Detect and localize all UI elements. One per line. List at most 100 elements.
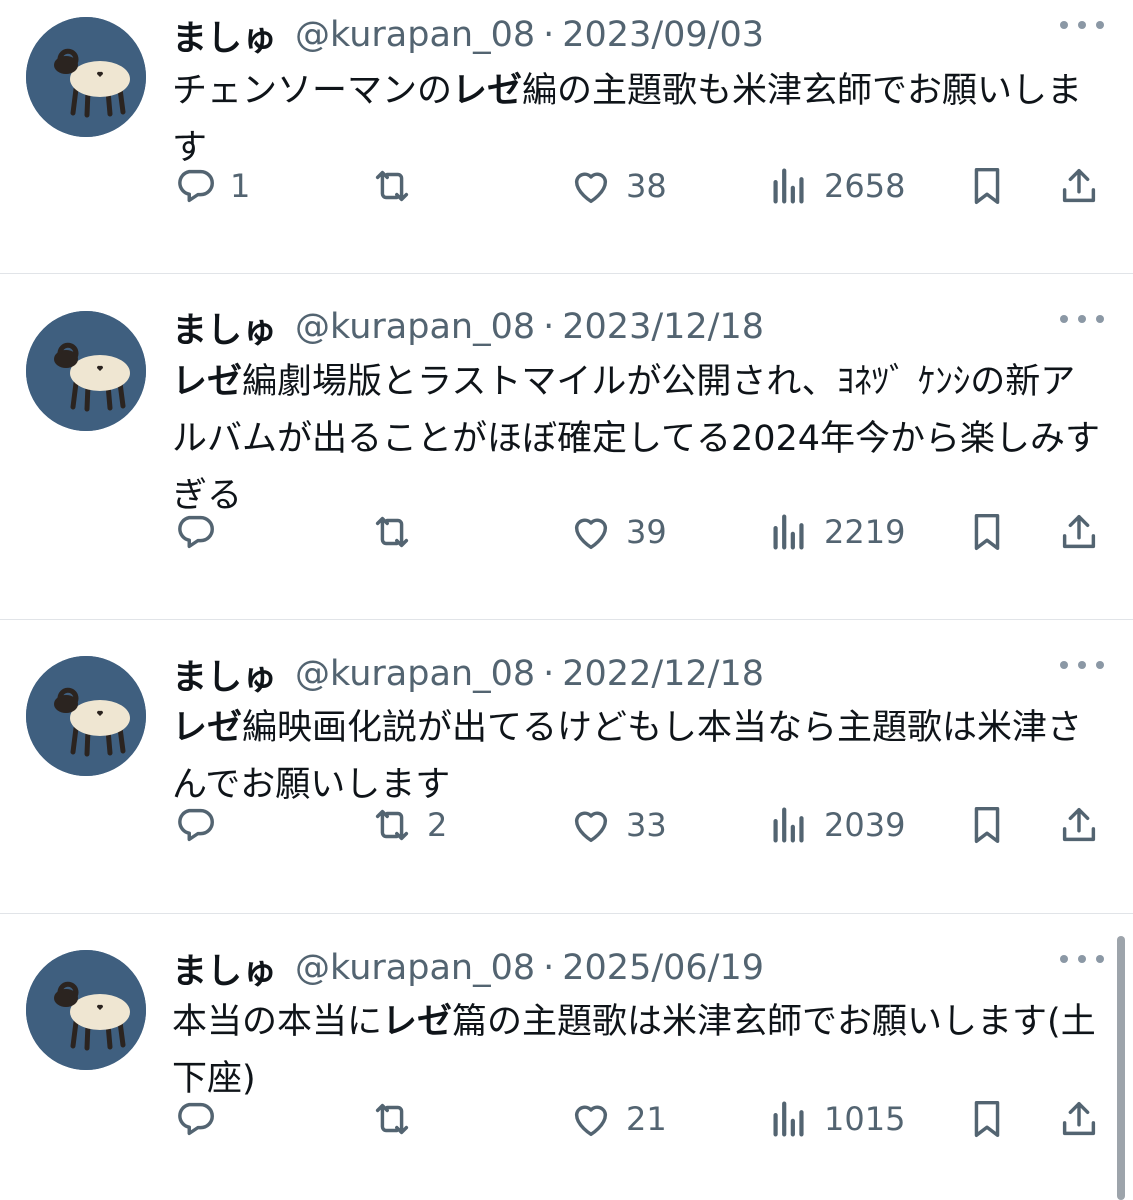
- retweet-icon: [369, 163, 415, 209]
- like-icon: [568, 802, 614, 848]
- views-button[interactable]: 2219: [766, 507, 905, 557]
- views-button[interactable]: 1015: [766, 1094, 905, 1144]
- reply-button[interactable]: [172, 1094, 230, 1144]
- reply-icon: [172, 163, 218, 209]
- bookmark-icon: [964, 802, 1010, 848]
- like-button[interactable]: 33: [568, 800, 667, 850]
- highlighted-text: レゼ: [172, 362, 243, 402]
- text-fragment: 編劇場版とラストマイルが公開され、ﾖﾈﾂﾞ ｹﾝｼの新アルバムが出ることがほぼ確…: [172, 362, 1101, 516]
- like-button[interactable]: 38: [568, 161, 667, 211]
- tweet-date[interactable]: 2023/12/18: [562, 307, 764, 347]
- like-icon: [568, 163, 614, 209]
- views-icon: [766, 1096, 812, 1142]
- bookmark-button[interactable]: [964, 161, 1010, 211]
- share-icon: [1056, 802, 1102, 848]
- views-icon: [766, 163, 812, 209]
- likes-count: 33: [626, 806, 667, 844]
- reply-button[interactable]: 1: [172, 161, 250, 211]
- more-icon[interactable]: [1060, 949, 1104, 969]
- views-button[interactable]: 2658: [766, 161, 905, 211]
- scrollbar[interactable]: [1117, 936, 1125, 1200]
- author-name[interactable]: ましゅ: [172, 302, 277, 353]
- author-name[interactable]: ましゅ: [172, 649, 277, 700]
- separator-dot: ·: [543, 654, 555, 694]
- retweet-button[interactable]: 2: [369, 800, 447, 850]
- share-button[interactable]: [1056, 1094, 1102, 1144]
- tweet[interactable]: ましゅ @kurapan_08 · 2025/06/19 本当の本当にレゼ篇の主題歌は米…: [0, 914, 1133, 1200]
- like-button[interactable]: 39: [568, 507, 667, 557]
- avatar[interactable]: [26, 950, 146, 1070]
- reply-icon: [172, 509, 218, 555]
- bookmark-button[interactable]: [964, 1094, 1010, 1144]
- retweet-button[interactable]: [369, 1094, 427, 1144]
- tweet-text: 本当の本当にレゼ篇の主題歌は米津玄師でお願いします(土下座): [172, 994, 1102, 1108]
- bookmark-button[interactable]: [964, 507, 1010, 557]
- highlighted-text: レゼ: [172, 708, 243, 748]
- likes-count: 39: [626, 513, 667, 551]
- author-handle[interactable]: @kurapan_08: [295, 948, 535, 988]
- tweet-text: チェンソーマンのレゼ編の主題歌も米津玄師でお願いします: [172, 63, 1102, 177]
- retweet-icon: [369, 509, 415, 555]
- tweet-header: ましゅ @kurapan_08 · 2022/12/18: [172, 649, 764, 700]
- bookmark-button[interactable]: [964, 800, 1010, 850]
- views-count: 2219: [824, 513, 906, 551]
- author-name[interactable]: ましゅ: [172, 943, 277, 994]
- reply-button[interactable]: [172, 800, 230, 850]
- more-icon[interactable]: [1060, 15, 1104, 35]
- author-handle[interactable]: @kurapan_08: [295, 654, 535, 694]
- tweet-header: ましゅ @kurapan_08 · 2023/09/03: [172, 10, 764, 61]
- tweet[interactable]: ましゅ @kurapan_08 · 2023/09/03 チェンソーマンのレゼ編の主題歌…: [0, 0, 1133, 274]
- like-icon: [568, 1096, 614, 1142]
- highlighted-text: レゼ: [452, 71, 523, 111]
- avatar[interactable]: [26, 656, 146, 776]
- text-fragment: 編映画化説が出てるけどもし本当なら主題歌は米津さんでお願いします: [172, 708, 1083, 805]
- share-button[interactable]: [1056, 507, 1102, 557]
- likes-count: 38: [626, 167, 667, 205]
- more-icon[interactable]: [1060, 309, 1104, 329]
- bookmark-icon: [964, 163, 1010, 209]
- tweet-text: レゼ編映画化説が出てるけどもし本当なら主題歌は米津さんでお願いします: [172, 700, 1102, 814]
- avatar[interactable]: [26, 17, 146, 137]
- views-button[interactable]: 2039: [766, 800, 905, 850]
- retweets-count: 2: [427, 806, 448, 844]
- share-button[interactable]: [1056, 161, 1102, 211]
- text-fragment: チェンソーマンの: [172, 71, 453, 111]
- highlighted-text: レゼ: [382, 1002, 453, 1042]
- likes-count: 21: [626, 1100, 667, 1138]
- tweet-date[interactable]: 2025/06/19: [562, 948, 764, 988]
- views-count: 2658: [824, 167, 906, 205]
- tweet[interactable]: ましゅ @kurapan_08 · 2022/12/18 レゼ編映画化説が出てるけどもし…: [0, 620, 1133, 914]
- bookmark-icon: [964, 1096, 1010, 1142]
- share-icon: [1056, 1096, 1102, 1142]
- tweet-date[interactable]: 2023/09/03: [562, 15, 764, 55]
- retweet-button[interactable]: [369, 507, 427, 557]
- tweet[interactable]: ましゅ @kurapan_08 · 2023/12/18 レゼ編劇場版とラストマイルが公…: [0, 274, 1133, 620]
- share-button[interactable]: [1056, 800, 1102, 850]
- replies-count: 1: [230, 167, 251, 205]
- author-handle[interactable]: @kurapan_08: [295, 307, 535, 347]
- author-handle[interactable]: @kurapan_08: [295, 15, 535, 55]
- tweet-header: ましゅ @kurapan_08 · 2023/12/18: [172, 302, 764, 353]
- share-icon: [1056, 163, 1102, 209]
- views-icon: [766, 509, 812, 555]
- views-icon: [766, 802, 812, 848]
- separator-dot: ·: [543, 15, 555, 55]
- retweet-icon: [369, 802, 415, 848]
- reply-icon: [172, 1096, 218, 1142]
- text-fragment: 本当の本当に: [172, 1002, 383, 1042]
- retweet-icon: [369, 1096, 415, 1142]
- tweet-date[interactable]: 2022/12/18: [562, 654, 764, 694]
- bookmark-icon: [964, 509, 1010, 555]
- avatar[interactable]: [26, 311, 146, 431]
- like-button[interactable]: 21: [568, 1094, 667, 1144]
- more-icon[interactable]: [1060, 655, 1104, 675]
- reply-button[interactable]: [172, 507, 230, 557]
- author-name[interactable]: ましゅ: [172, 10, 277, 61]
- views-count: 2039: [824, 806, 906, 844]
- like-icon: [568, 509, 614, 555]
- retweet-button[interactable]: [369, 161, 427, 211]
- tweet-header: ましゅ @kurapan_08 · 2025/06/19: [172, 943, 764, 994]
- reply-icon: [172, 802, 218, 848]
- separator-dot: ·: [543, 307, 555, 347]
- share-icon: [1056, 509, 1102, 555]
